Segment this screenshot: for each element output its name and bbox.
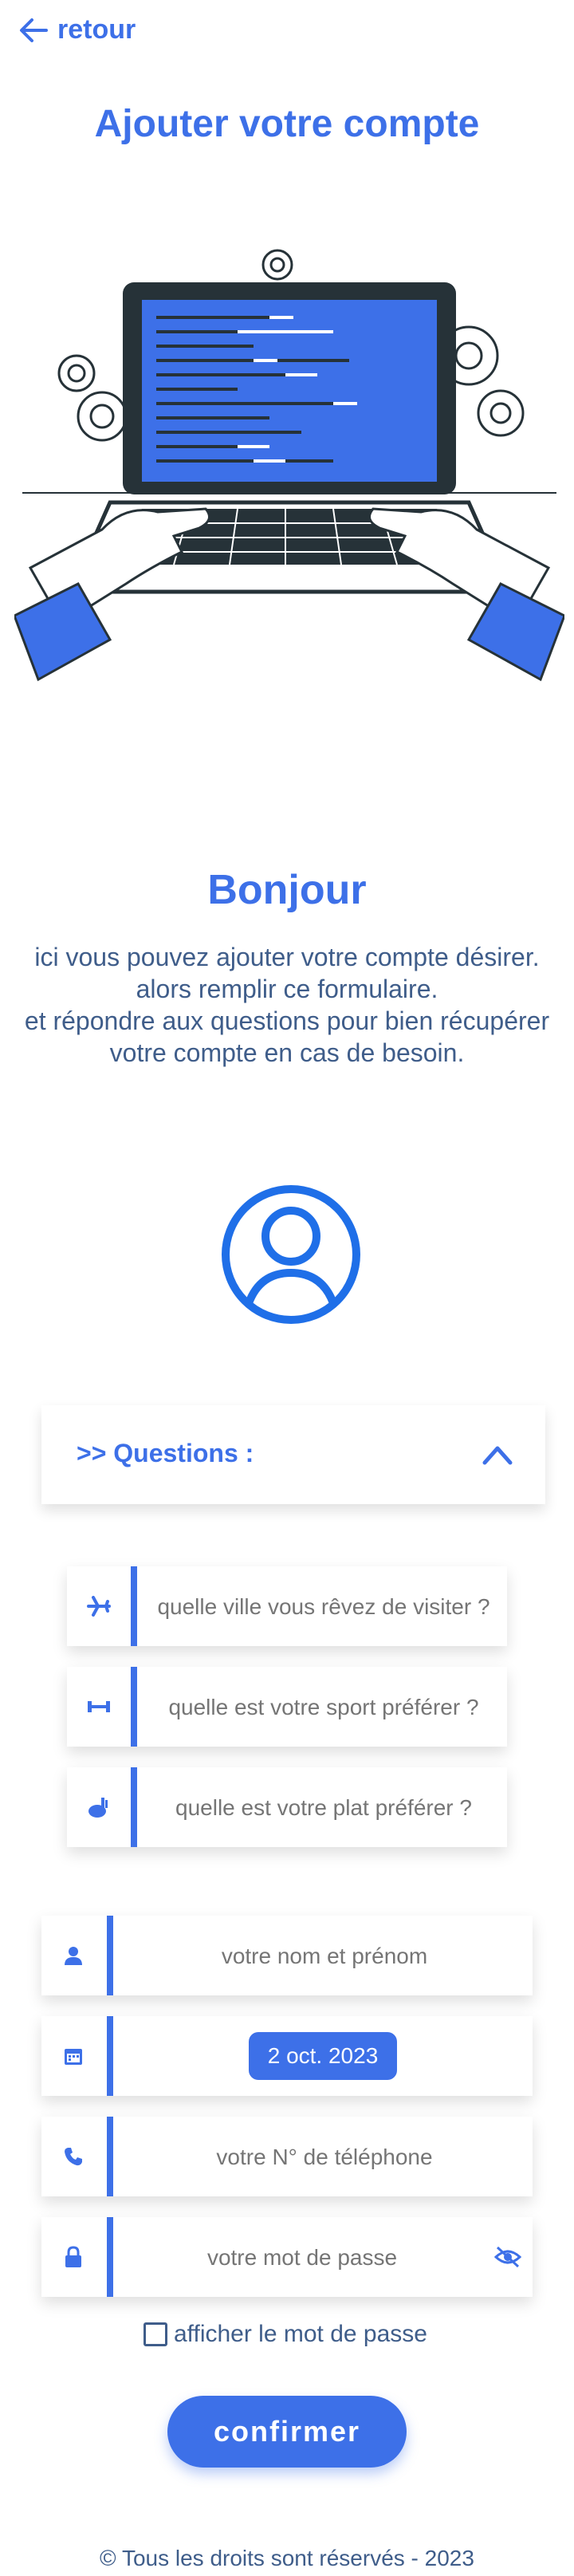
- question-city-input[interactable]: [137, 1566, 510, 1648]
- intro-line: ici vous pouvez ajouter votre compte dés…: [34, 943, 540, 971]
- question-sport-field: [67, 1667, 510, 1748]
- chevron-up-icon[interactable]: [482, 1440, 513, 1467]
- field-divider: [131, 1667, 137, 1747]
- calendar-icon: [41, 2016, 105, 2096]
- phone-icon: [41, 2117, 105, 2196]
- show-password-label: afficher le mot de passe: [174, 2321, 427, 2347]
- field-divider: [131, 1767, 137, 1847]
- question-city-field: [67, 1566, 510, 1648]
- show-password-checkbox[interactable]: [144, 2322, 167, 2346]
- intro-text: ici vous pouvez ajouter votre compte dés…: [16, 941, 558, 1069]
- date-value[interactable]: 2 oct. 2023: [248, 2032, 398, 2080]
- airplane-icon: [67, 1566, 131, 1646]
- intro-line: et répondre aux questions pour bien récu…: [24, 1006, 550, 1035]
- questions-accordion[interactable]: >> Questions :: [41, 1405, 545, 1504]
- name-input[interactable]: [113, 1916, 536, 1997]
- question-food-field: [67, 1767, 510, 1849]
- question-sport-input[interactable]: [137, 1667, 510, 1748]
- date-picker[interactable]: 2 oct. 2023: [113, 2016, 533, 2096]
- name-field: [41, 1916, 536, 1997]
- back-button[interactable]: retour: [19, 14, 136, 45]
- person-icon: [41, 1916, 105, 1995]
- phone-field: [41, 2117, 536, 2198]
- field-divider: [107, 2016, 113, 2096]
- field-divider: [107, 2217, 113, 2297]
- intro-line: votre compte en cas de besoin.: [109, 1038, 465, 1067]
- food-icon: [67, 1767, 131, 1847]
- greeting-heading: Bonjour: [207, 867, 367, 913]
- arrow-left-icon: [20, 18, 48, 42]
- page-title: Ajouter votre compte: [94, 103, 480, 145]
- confirm-button[interactable]: confirmer: [167, 2396, 407, 2468]
- dumbbell-icon: [67, 1667, 131, 1747]
- field-divider: [107, 2117, 113, 2196]
- show-password-option[interactable]: afficher le mot de passe: [144, 2321, 427, 2348]
- lock-icon: [41, 2217, 105, 2297]
- user-avatar-icon: [222, 1185, 360, 1324]
- footer-copyright: © Tous les droits sont réservés - 2023: [100, 2546, 474, 2570]
- field-divider: [107, 1916, 113, 1995]
- password-field: [41, 2217, 533, 2298]
- question-food-input[interactable]: [137, 1767, 510, 1849]
- password-input[interactable]: [113, 2217, 491, 2298]
- field-divider: [131, 1566, 137, 1646]
- questions-label: >> Questions :: [77, 1439, 254, 1467]
- eye-off-icon[interactable]: [494, 2244, 521, 2270]
- date-field: 2 oct. 2023: [41, 2016, 533, 2096]
- phone-input[interactable]: [113, 2117, 536, 2198]
- back-label: retour: [57, 14, 136, 45]
- intro-line: alors remplir ce formulaire.: [136, 975, 438, 1003]
- laptop-illustration: [14, 249, 564, 682]
